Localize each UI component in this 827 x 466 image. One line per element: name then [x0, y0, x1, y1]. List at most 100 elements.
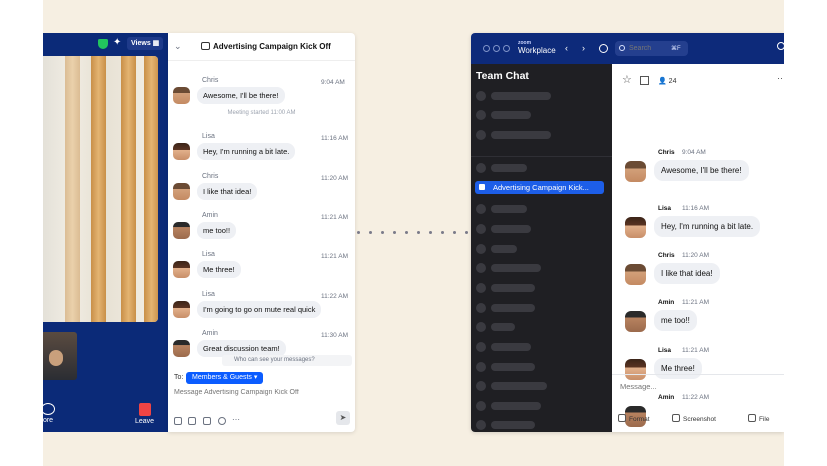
sidebar-item-label [491, 264, 541, 272]
message-time: 9:04 AM [321, 79, 345, 86]
more-options-icon[interactable]: ⋯ [777, 73, 784, 84]
participant-thumbnail[interactable] [43, 332, 77, 380]
sidebar-item-icon [476, 204, 486, 214]
sidebar-item-icon [476, 224, 486, 234]
sidebar-item-label [491, 304, 535, 312]
sidebar-item[interactable] [476, 303, 606, 313]
message-sender: Amin [658, 299, 675, 306]
video-feed [43, 56, 158, 322]
screenshot-icon[interactable] [188, 417, 196, 425]
sidebar-item[interactable] [476, 130, 606, 140]
connector-dot [393, 231, 396, 234]
message-bubble[interactable]: Hey, I'm running a bit late. [654, 216, 761, 237]
sidebar-item[interactable] [476, 244, 606, 254]
sidebar-item-label [491, 323, 515, 331]
maximize-window-button[interactable] [503, 45, 510, 52]
sidebar-item[interactable] [476, 381, 606, 391]
sidebar-item[interactable] [476, 362, 606, 372]
message-input[interactable] [174, 389, 349, 396]
file-label: File [759, 416, 770, 423]
minimize-window-button[interactable] [493, 45, 500, 52]
format-icon[interactable] [174, 417, 182, 425]
sidebar-item[interactable] [476, 163, 606, 173]
connector-dot [429, 231, 432, 234]
meeting-chat-panel: ⌄ Advertising Campaign Kick Off Chris 9:… [168, 33, 355, 432]
recipient-dropdown[interactable]: Members & Guests ▾ [186, 372, 264, 384]
file-button[interactable]: File [748, 414, 769, 423]
message-time: 11:20 AM [321, 175, 348, 182]
message-input[interactable] [620, 382, 770, 391]
message-sender: Amin [202, 330, 218, 337]
views-button[interactable]: Views ▦ [127, 37, 164, 50]
sidebar-item-label [491, 284, 535, 292]
sidebar-item[interactable] [476, 263, 606, 273]
message-bubble[interactable]: Hey, I'm running a bit late. [197, 143, 296, 160]
message-bubble[interactable]: me too!! [654, 310, 697, 331]
message-bubble[interactable]: me too!! [197, 222, 237, 239]
chat-bubble-icon [201, 42, 210, 50]
connector-dot [369, 231, 372, 234]
folder-icon[interactable] [640, 76, 649, 85]
leave-button[interactable]: Leave [135, 403, 154, 425]
message-sender: Chris [202, 77, 219, 84]
sidebar-item[interactable] [476, 420, 606, 430]
chat-message: Chris 9:04 AM Awesome, I'll be there! [168, 77, 355, 113]
message-bubble[interactable]: I like that idea! [654, 263, 720, 284]
composer-toolbar: ⋯ [174, 415, 354, 427]
sidebar-item[interactable] [476, 91, 606, 101]
home-icon[interactable] [777, 42, 784, 50]
avatar [625, 217, 646, 238]
meeting-toolbar: ✦ Views ▦ [43, 33, 168, 55]
message-sender: Amin [202, 212, 218, 219]
chat-message: Lisa 11:22 AM I'm going to go on mute re… [168, 291, 355, 327]
send-button[interactable]: ➤ [336, 411, 350, 425]
visibility-hint[interactable]: Who can see your messages? [222, 355, 352, 366]
more-options-icon[interactable]: ⋯ [232, 415, 240, 424]
message-bubble[interactable]: Awesome, I'll be there! [654, 160, 749, 181]
file-icon[interactable] [203, 417, 211, 425]
history-icon[interactable] [599, 44, 608, 53]
message-bubble[interactable]: I like that idea! [197, 183, 258, 200]
forward-icon[interactable]: › [582, 43, 585, 53]
emoji-icon[interactable] [218, 417, 226, 425]
format-button[interactable]: Format [618, 414, 650, 423]
chevron-down-icon[interactable]: ⌄ [174, 41, 182, 52]
sidebar-item-label [491, 92, 551, 100]
member-count[interactable]: 👤 24 [658, 77, 676, 85]
message-sender: Lisa [658, 347, 672, 354]
sidebar-item[interactable] [476, 110, 606, 120]
sidebar-item[interactable] [476, 401, 606, 411]
sidebar-item-icon [476, 91, 486, 101]
close-window-button[interactable] [483, 45, 490, 52]
message-time: 11:21 AM [682, 299, 709, 306]
sidebar-item-label [491, 111, 531, 119]
sidebar-item[interactable] [476, 322, 606, 332]
message-bubble[interactable]: Me three! [654, 358, 702, 379]
sidebar-item-icon [476, 362, 486, 372]
sidebar-item-label [491, 402, 541, 410]
sidebar-item[interactable] [476, 342, 606, 352]
sidebar-item[interactable] [476, 283, 606, 293]
more-button[interactable]: ore [43, 403, 55, 424]
message-time: 11:30 AM [321, 332, 348, 339]
avatar [173, 87, 190, 104]
sidebar-item-active-channel[interactable]: Advertising Campaign Kick... [475, 181, 604, 194]
sidebar-item[interactable] [476, 224, 606, 234]
message-sender: Chris [658, 149, 675, 156]
star-icon[interactable]: ☆ [622, 73, 632, 86]
connector-dot [405, 231, 408, 234]
format-label: Format [629, 416, 650, 423]
sparkle-icon[interactable]: ✦ [113, 37, 121, 49]
chat-message: Amin 11:22 AM [612, 393, 784, 432]
back-icon[interactable]: ‹ [565, 43, 568, 53]
meeting-window: ✦ Views ▦ ore Leave [43, 33, 168, 432]
message-bubble[interactable]: Awesome, I'll be there! [197, 87, 285, 104]
screenshot-button[interactable]: Screenshot [672, 414, 716, 423]
sidebar-item[interactable] [476, 204, 606, 214]
message-bubble[interactable]: I'm going to go on mute real quick [197, 301, 322, 318]
sidebar-item-label [491, 363, 535, 371]
sidebar-item-icon [476, 401, 486, 411]
blind-slat [65, 56, 80, 322]
team-chat-sidebar: Team Chat Advertising Campaign Kick... [471, 64, 612, 432]
message-bubble[interactable]: Me three! [197, 261, 241, 278]
